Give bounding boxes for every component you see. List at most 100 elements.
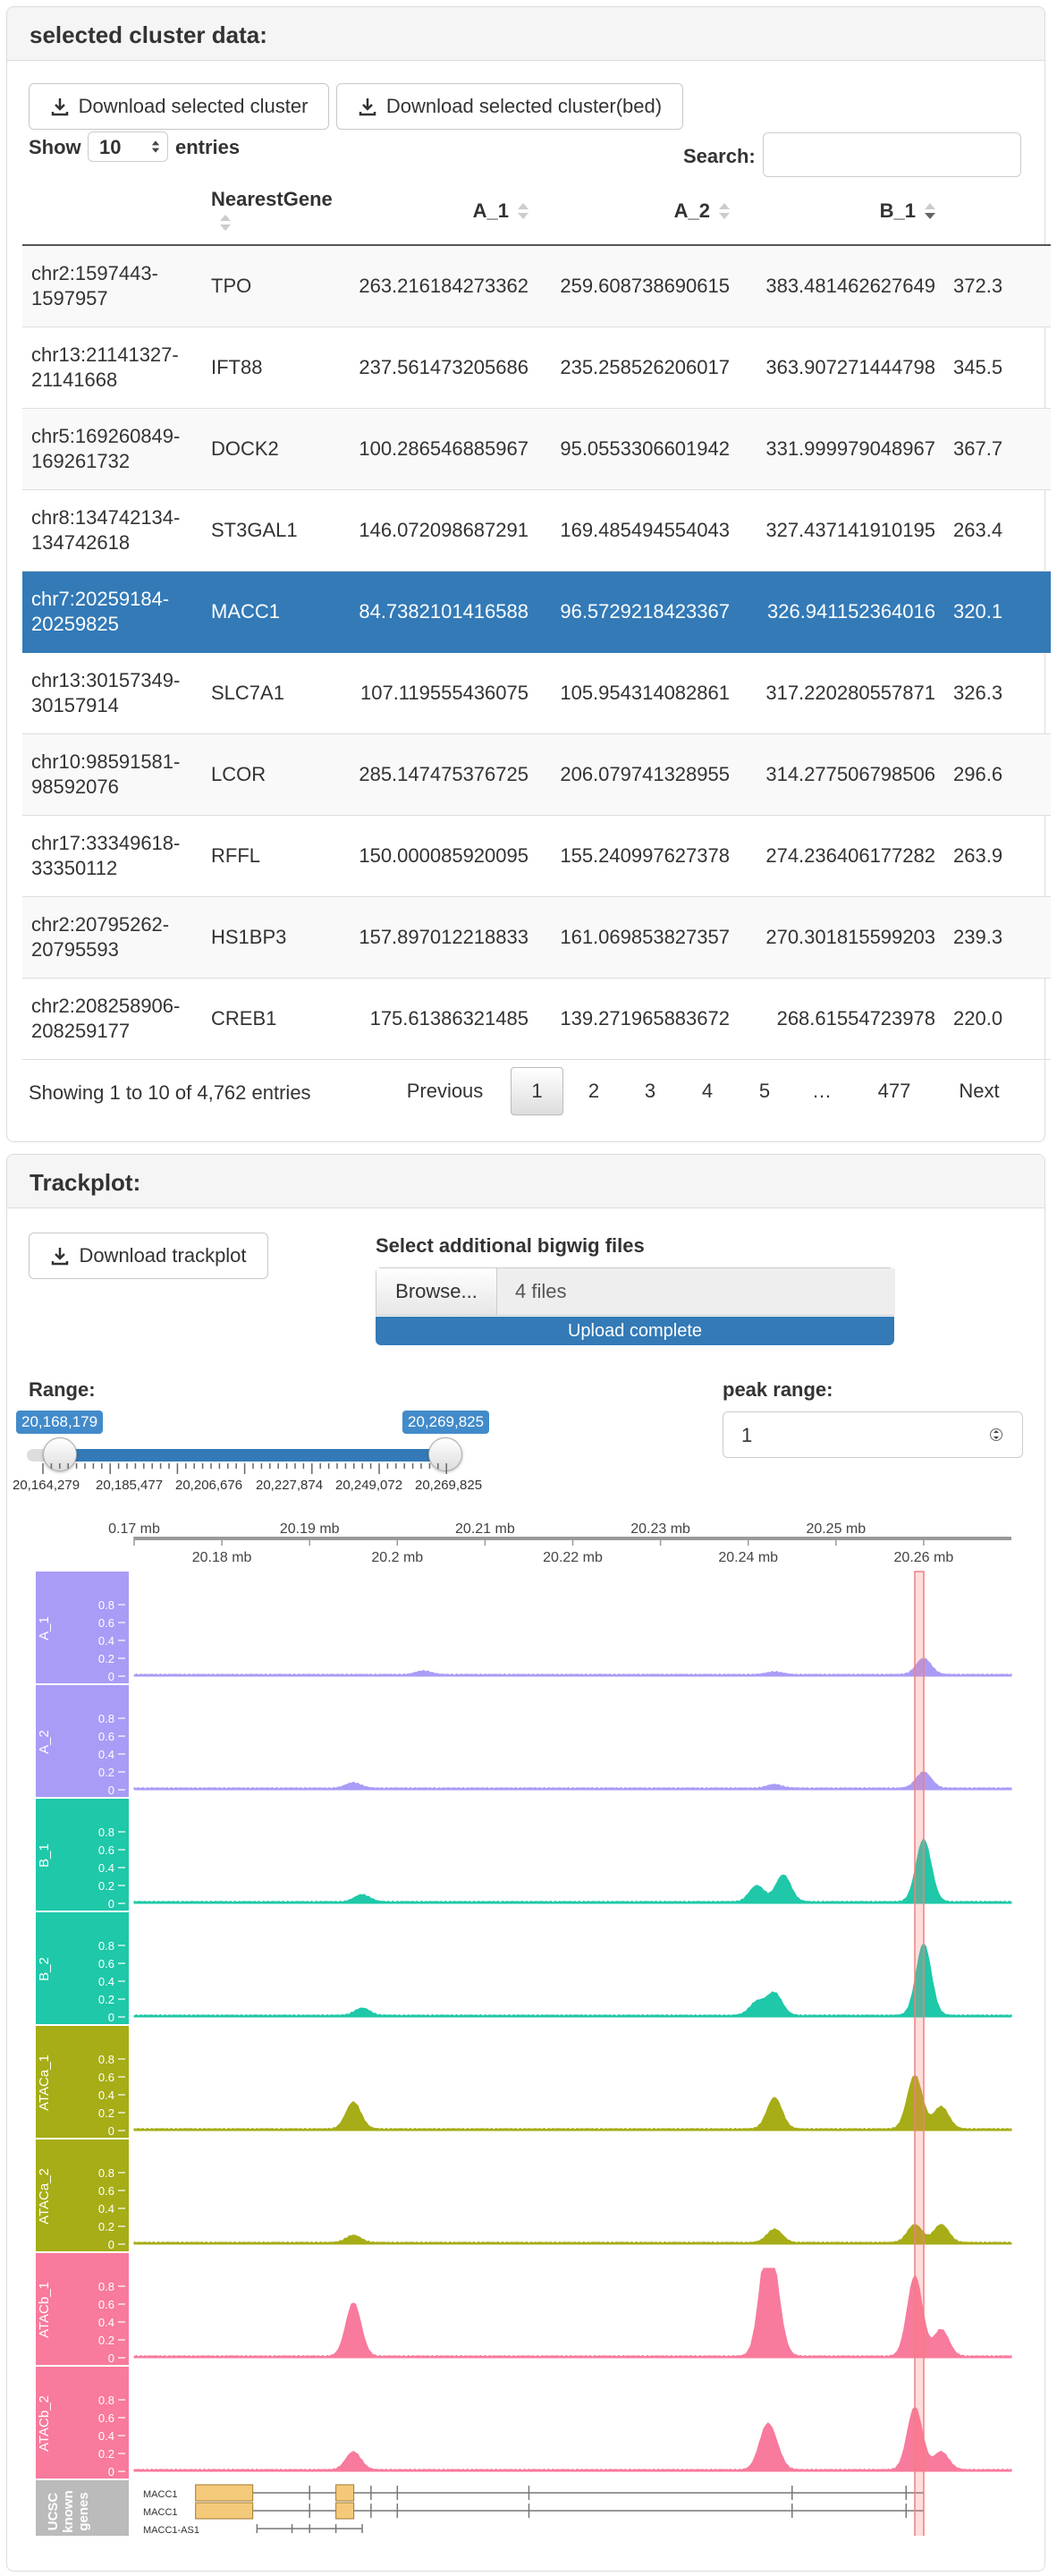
trackplot-chart: 0.17 mb 20.19 mb 20.21 mb 20.23 mb 20.25 mb 2…	[36, 1521, 1012, 2536]
table-row[interactable]: chr2:20795262- 20795593 HS1BP3 157.89701221…	[22, 896, 1051, 979]
y-tick-label: 0.6	[98, 2071, 114, 2084]
axis-top-tick-label: 20.25 mb	[806, 1521, 866, 1537]
pagination-page-477[interactable]: 477	[863, 1067, 926, 1115]
cell-region: chr2:20795262- 20795593	[22, 896, 202, 979]
table-row[interactable]: chr8:134742134- 134742618 ST3GAL1 146.07209…	[22, 489, 1051, 572]
track-signal	[133, 1771, 1012, 1791]
sort-icon	[516, 202, 528, 222]
cell-b1: 270.301815599203	[739, 896, 944, 979]
y-tick-label: 0.6	[98, 1957, 114, 1970]
peak-range-input[interactable]: 1	[723, 1411, 1023, 1458]
download-trackplot-button[interactable]: Download trackplot	[29, 1233, 268, 1279]
table-row[interactable]: chr2:1597443- 1597957 TPO 263.216184273362 2…	[22, 245, 1051, 327]
range-tick-4: 20,249,072	[335, 1478, 403, 1493]
y-tick-label: 0.8	[98, 2280, 114, 2293]
region-line: 134742618	[31, 530, 131, 554]
cell-b1: 326.941152364016	[739, 571, 944, 653]
track-B_2: B_2 0 0.2 0.4 0.6 0.8	[36, 1912, 1012, 2024]
region-line: chr13:21141327-	[31, 343, 179, 366]
y-tick-label: 0.4	[98, 2429, 114, 2443]
cell-extra: 220.0	[944, 978, 1051, 1060]
track-signal	[133, 2406, 1012, 2472]
peak-highlight-band	[914, 1571, 925, 2536]
entries-value: 10	[99, 136, 122, 158]
cell-gene: HS1BP3	[202, 896, 345, 979]
track-A_1: A_1 0 0.2 0.4 0.6 0.8	[36, 1572, 1012, 1683]
cell-b1: 327.437141910195	[739, 489, 944, 572]
track-ATACa_2: ATACa_2 0 0.2 0.4 0.6 0.8	[36, 2140, 1012, 2251]
gene-track-label: known	[61, 2490, 76, 2533]
column-header-a2[interactable]: A_2	[537, 177, 739, 246]
table-row[interactable]: chr10:98591581- 98592076 LCOR 285.147475376…	[22, 733, 1051, 816]
pagination-page-2[interactable]: 2	[572, 1067, 615, 1115]
region-line: 208259177	[31, 1019, 131, 1042]
search-input[interactable]	[763, 132, 1021, 177]
table-row[interactable]: chr13:21141327- 21141668 IFT88 237.56147320…	[22, 326, 1051, 409]
cell-b1: 331.999979048967	[739, 408, 944, 490]
cell-a2: 169.485494554043	[537, 489, 739, 572]
download-cluster-bed-button[interactable]: Download selected cluster(bed)	[336, 83, 683, 130]
table-row[interactable]: chr5:169260849- 169261732 DOCK2 100.2865468…	[22, 408, 1051, 490]
cell-a1: 175.61386321485	[345, 978, 537, 1060]
column-header-extra[interactable]	[944, 177, 1051, 246]
range-tick-1: 20,185,477	[96, 1478, 164, 1493]
spinner-arrows-icon[interactable]	[990, 1425, 1002, 1445]
cell-gene: MACC1	[202, 571, 345, 653]
browse-button[interactable]: Browse...	[376, 1268, 497, 1315]
cell-b1: 383.481462627649	[739, 245, 944, 327]
pagination-page-3[interactable]: 3	[629, 1067, 672, 1115]
cell-a1: 150.000085920095	[345, 815, 537, 897]
gene-name: MACC1	[143, 2507, 178, 2518]
axis-top-tick-label: 20.19 mb	[280, 1521, 340, 1537]
range-slider-ticks	[42, 1463, 447, 1474]
download-icon	[51, 98, 68, 116]
track-signal	[133, 2075, 1012, 2131]
gene-exon	[195, 2484, 254, 2502]
y-tick-label: 0.6	[98, 1843, 114, 1857]
region-line: 33350112	[31, 856, 118, 879]
download-cluster-button[interactable]: Download selected cluster	[29, 83, 329, 130]
gene-track-label: genes	[76, 2492, 91, 2530]
table-row[interactable]: chr7:20259184- 20259825 MACC1 84.7382101416…	[22, 571, 1051, 653]
bigwig-file-input[interactable]: Browse... 4 files	[376, 1267, 895, 1316]
axis-bottom-tick-label: 20.2 mb	[371, 1550, 423, 1565]
column-header-nearestgene[interactable]: NearestGene	[202, 177, 345, 246]
gene-name: MACC1	[143, 2489, 178, 2500]
pagination-previous[interactable]: Previous	[393, 1067, 496, 1115]
pagination-page-1[interactable]: 1	[511, 1067, 563, 1115]
column-header-region[interactable]	[22, 177, 202, 246]
range-slider-bar[interactable]	[59, 1449, 445, 1462]
y-tick-label: 0.2	[98, 2447, 114, 2461]
cell-a2: 161.069853827357	[537, 896, 739, 979]
search-label: Search:	[683, 145, 756, 167]
pagination-page-4[interactable]: 4	[686, 1067, 729, 1115]
track-name: ATACb_1	[37, 2282, 52, 2338]
cell-gene: ST3GAL1	[202, 489, 345, 572]
track-signal	[133, 2224, 1012, 2245]
column-header-a1[interactable]: A_1	[345, 177, 537, 246]
cell-extra: 263.9	[944, 815, 1051, 897]
cell-a1: 285.147475376725	[345, 733, 537, 816]
y-tick-label: 0	[108, 2351, 114, 2365]
pagination-next[interactable]: Next	[943, 1067, 1015, 1115]
table-row[interactable]: chr17:33349618- 33350112 RFFL 150.000085920…	[22, 815, 1051, 897]
cell-region: chr8:134742134- 134742618	[22, 489, 202, 572]
table-row[interactable]: chr13:30157349- 30157914 SLC7A1 107.1195554…	[22, 652, 1051, 734]
axis-bottom-tick-label: 20.26 mb	[894, 1550, 954, 1565]
table-row[interactable]: chr2:208258906- 208259177 CREB1 175.6138632…	[22, 978, 1051, 1060]
cell-a2: 139.271965883672	[537, 978, 739, 1060]
axis-bottom-tick-label: 20.22 mb	[543, 1550, 603, 1565]
cell-b1: 317.220280557871	[739, 652, 944, 734]
gene-exon	[335, 2502, 355, 2520]
entries-select[interactable]: 10	[88, 131, 168, 162]
range-label: Range:	[29, 1378, 96, 1401]
y-tick-label: 0	[108, 2124, 114, 2138]
region-line: 20259825	[31, 612, 119, 635]
axis-top-tick-label: 20.23 mb	[630, 1521, 690, 1537]
sort-desc-icon	[923, 202, 935, 222]
showing-entries-text: Showing 1 to 10 of 4,762 entries	[29, 1081, 311, 1104]
column-header-b1[interactable]: B_1	[739, 177, 944, 246]
pagination-page-5[interactable]: 5	[743, 1067, 786, 1115]
cell-a1: 263.216184273362	[345, 245, 537, 327]
track-ATACb_2: ATACb_2 0 0.2 0.4 0.6 0.8	[36, 2367, 1012, 2479]
